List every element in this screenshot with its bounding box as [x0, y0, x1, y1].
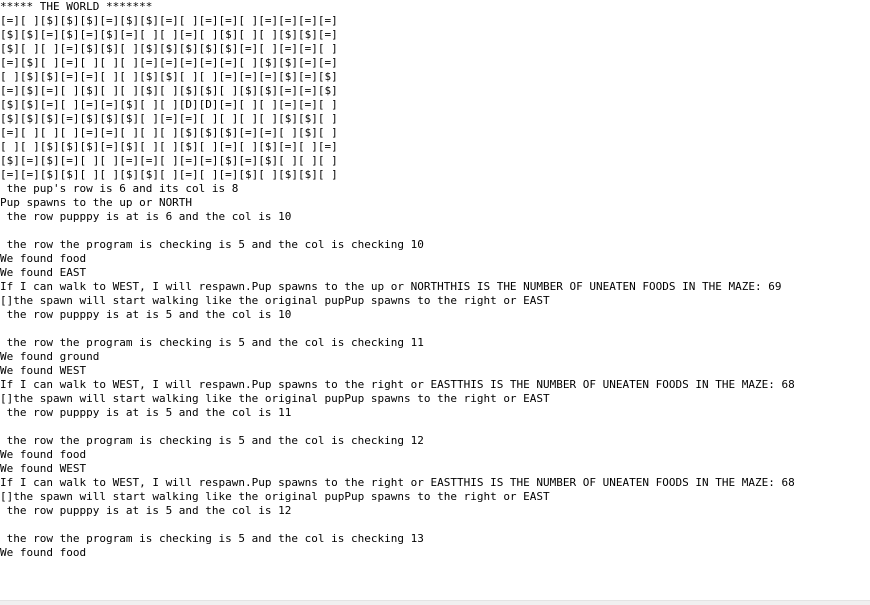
console-line: [ ][ ][$][$][$][=][$][ ][ ][$][ ][=][ ][…: [0, 140, 338, 153]
console-line: the pup's row is 6 and its col is 8: [0, 182, 239, 195]
console-line: We found food: [0, 546, 87, 559]
horizontal-scrollbar[interactable]: [0, 600, 870, 605]
console-line: the row pupppy is at is 5 and the col is…: [0, 308, 292, 321]
console-line: Pup spawns to the up or NORTH: [0, 196, 193, 209]
console-line: the row the program is checking is 5 and…: [0, 238, 424, 251]
console-line: [$][$][$][=][$][$][$][ ][=][=][ ][ ][ ][…: [0, 112, 338, 125]
console-line: the row pupppy is at is 5 and the col is…: [0, 406, 292, 419]
console-line: [=][=][$][$][ ][ ][$][$][ ][=][ ][=][$][…: [0, 168, 338, 181]
console-line: We found food: [0, 252, 87, 265]
console-line: []the spawn will start walking like the …: [0, 392, 550, 405]
console-line: []the spawn will start walking like the …: [0, 294, 550, 307]
console-output: ***** THE WORLD ******* [=][ ][$][$][$][=…: [0, 0, 870, 600]
console-line: If I can walk to WEST, I will respawn.Pu…: [0, 280, 782, 293]
console-line: We found EAST: [0, 266, 87, 279]
console-line: [=][ ][ ][ ][=][=][ ][ ][ ][$][$][$][=][…: [0, 126, 338, 139]
console-line: the row the program is checking is 5 and…: [0, 336, 424, 349]
console-line: We found food: [0, 448, 87, 461]
console-line: [ ][$][$][=][=][ ][ ][$][$][ ][ ][=][=][…: [0, 70, 338, 83]
console-line: []the spawn will start walking like the …: [0, 490, 550, 503]
console-text-area: ***** THE WORLD ******* [=][ ][$][$][$][=…: [0, 0, 870, 560]
console-line: [$][$][=][ ][=][=][$][ ][ ][D][D][=][ ][…: [0, 98, 338, 111]
console-line: [=][$][=][ ][$][ ][ ][$][ ][$][$][ ][$][…: [0, 84, 338, 97]
console-line: [$][$][=][$][=][$][=][ ][ ][=][ ][$][ ][…: [0, 28, 338, 41]
console-line: the row the program is checking is 5 and…: [0, 532, 424, 545]
console-line: We found ground: [0, 350, 100, 363]
console-line: We found WEST: [0, 364, 87, 377]
console-line: [=][$][ ][=][ ][ ][ ][=][=][=][=][=][ ][…: [0, 56, 338, 69]
console-line: [$][=][$][=][ ][ ][=][=][ ][=][=][$][=][…: [0, 154, 338, 167]
console-line: the row pupppy is at is 6 and the col is…: [0, 210, 292, 223]
console-line: If I can walk to WEST, I will respawn.Pu…: [0, 378, 795, 391]
console-line: the row the program is checking is 5 and…: [0, 434, 424, 447]
console-line: the row pupppy is at is 5 and the col is…: [0, 504, 292, 517]
console-line: [=][ ][$][$][$][=][$][$][=][ ][=][=][ ][…: [0, 14, 338, 27]
console-line: We found WEST: [0, 462, 87, 475]
console-line: ***** THE WORLD *******: [0, 0, 153, 13]
console-line: [$][ ][ ][=][$][$][ ][$][$][$][$][$][=][…: [0, 42, 338, 55]
console-line: If I can walk to WEST, I will respawn.Pu…: [0, 476, 795, 489]
